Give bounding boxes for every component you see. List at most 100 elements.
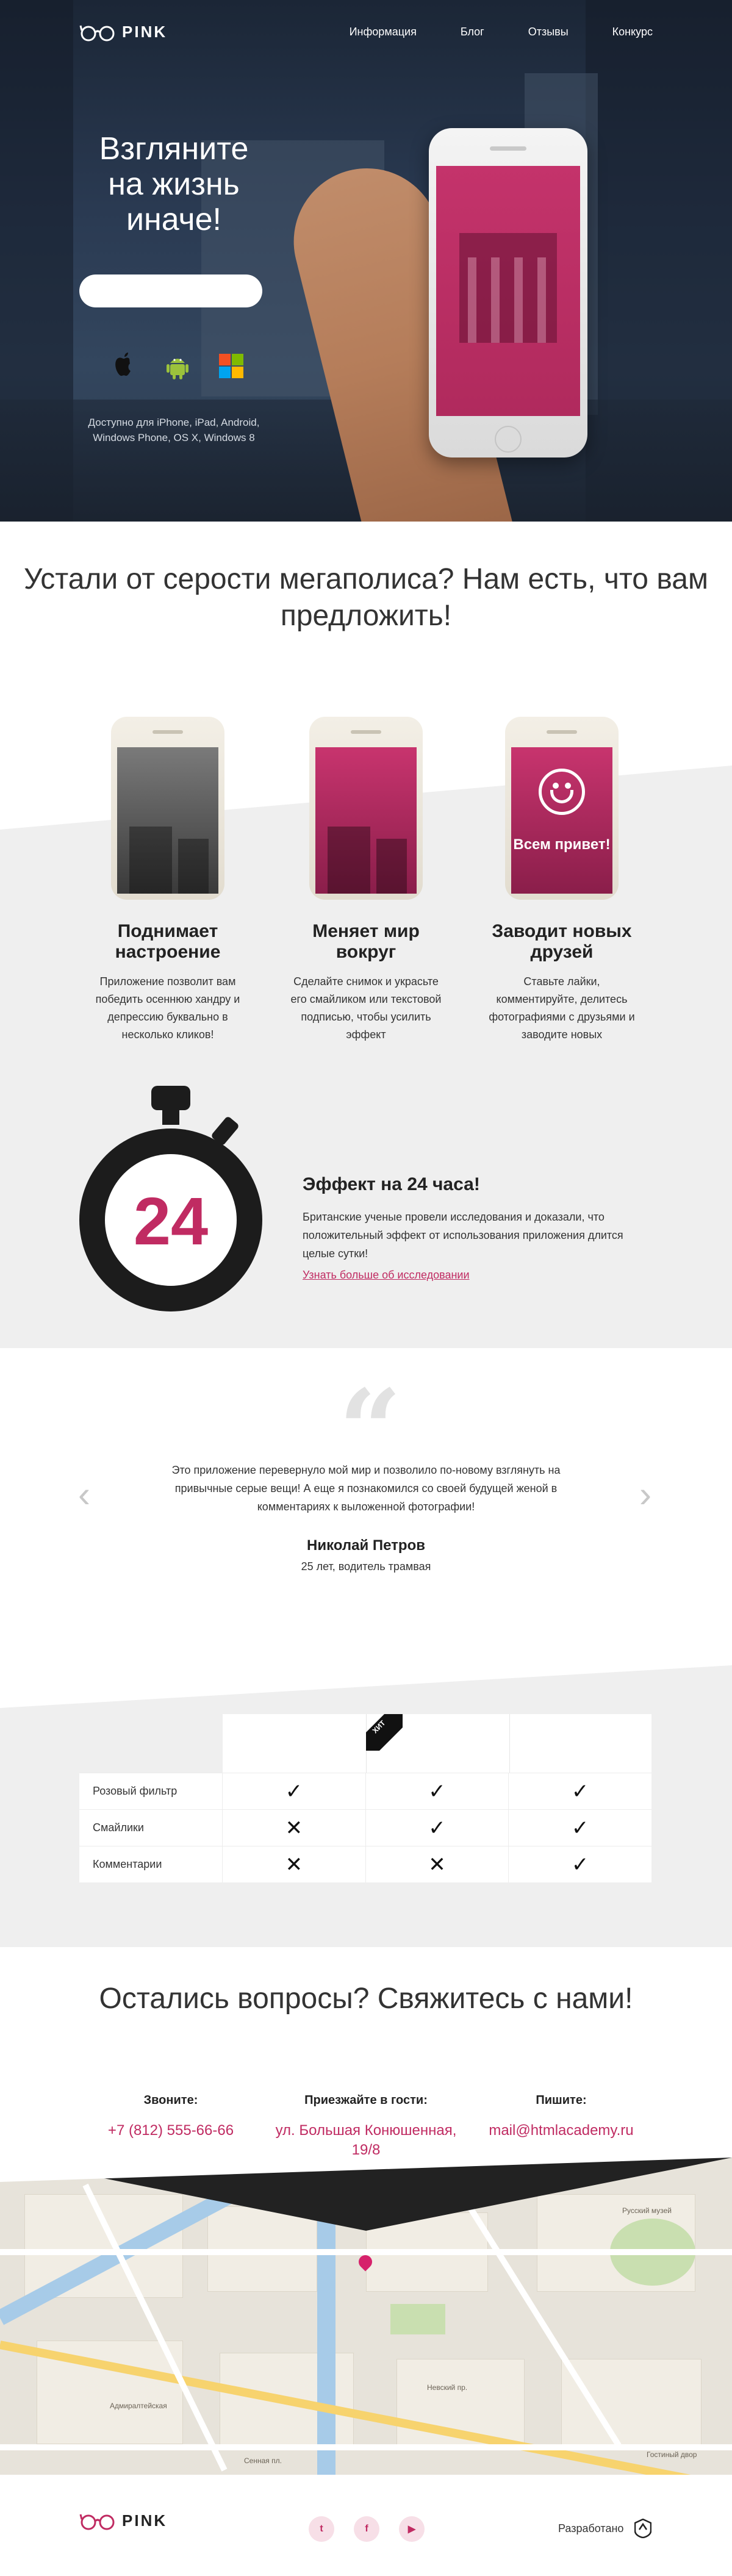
check-icon: ✓ — [571, 1815, 589, 1840]
screen-dumpster — [376, 839, 407, 894]
main-nav: Информация Блог Отзывы Конкурс — [350, 26, 653, 38]
feature-phone-1 — [111, 717, 224, 900]
check-icon: ✓ — [366, 1810, 509, 1846]
screen-dumpster — [328, 827, 370, 894]
feature-text: Приложение позволит вам победить осеннюю… — [95, 975, 240, 1041]
hero-phone-image — [429, 128, 587, 457]
feature-phone-screen: Всем привет! — [511, 747, 612, 894]
twitter-icon[interactable]: t — [309, 2516, 334, 2542]
apple-icon[interactable] — [109, 351, 139, 381]
table-row: Розовый фильтр ✓ ✓ ✓ — [79, 1773, 651, 1809]
availability-text: Доступно для iPhone, iPad, Android, Wind… — [88, 417, 260, 443]
timer-value: 24 — [134, 1184, 208, 1259]
address-link[interactable]: ул. Большая Конюшенная, 19/8 — [274, 2121, 458, 2160]
map-label: Адмиралтейская — [110, 2402, 167, 2410]
map-label: Сенная пл. — [244, 2456, 282, 2465]
map-park — [390, 2304, 445, 2334]
contact-heading: Пишите: — [536, 2093, 587, 2107]
os-icons — [109, 351, 246, 381]
table-row: Комментарии ✕ ✕ ✓ — [79, 1846, 651, 1882]
screen-column — [514, 257, 523, 343]
map-road — [0, 2444, 732, 2450]
phone-link[interactable]: +7 (812) 555-66-66 — [79, 2121, 262, 2140]
windows-icon[interactable] — [216, 351, 246, 381]
footer-logo-text: PINK — [122, 2511, 168, 2530]
phone-speaker — [547, 730, 577, 734]
map-block — [561, 2359, 702, 2450]
screen-column — [491, 257, 500, 343]
next-review-arrow[interactable]: › — [639, 1476, 651, 1513]
phone-speaker — [490, 146, 526, 151]
review-author-role: 25 лет, водитель трамвая — [301, 1560, 431, 1573]
check-icon: ✓ — [571, 1852, 589, 1877]
feature-phone-3: Всем привет! — [505, 717, 619, 900]
effect-title: Эффект на 24 часа! — [303, 1174, 480, 1194]
smiley-mouth — [550, 790, 573, 803]
glasses-logo-icon — [79, 2514, 115, 2530]
map-label: Невский пр. — [427, 2383, 468, 2392]
map[interactable]: Русский музей Невский пр. Адмиралтейская… — [0, 2158, 732, 2475]
nav-link-contest[interactable]: Конкурс — [612, 26, 653, 38]
android-icon[interactable] — [162, 351, 193, 381]
feature-phone-2 — [309, 717, 423, 900]
feature-phone-screen — [117, 747, 218, 894]
row-label: Смайлики — [79, 1810, 223, 1846]
reviews-section: “ ‹ Это приложение перевернуло мой мир и… — [0, 1348, 732, 1665]
made-by-text: Разработано — [558, 2522, 624, 2535]
screen-dumpster — [178, 839, 209, 894]
social-links: t f ▶ — [309, 2516, 425, 2542]
previous-review-arrow[interactable]: ‹ — [78, 1476, 90, 1513]
feature-text: Сделайте снимок и украсьте его смайликом… — [290, 975, 442, 1041]
cross-icon: ✕ — [223, 1810, 366, 1846]
feature-heading: Меняет мир вокруг — [312, 921, 420, 962]
youtube-icon[interactable]: ▶ — [399, 2516, 425, 2542]
footer: PINK t f ▶ Разработано — [0, 2475, 732, 2576]
nav-link-blog[interactable]: Блог — [461, 26, 484, 38]
screen-dumpster — [129, 827, 172, 894]
glasses-logo-icon — [79, 25, 115, 41]
hero-section: PINK Информация Блог Отзывы Конкурс Взгл… — [0, 0, 732, 522]
contact-email: Пишите: mail@htmlacademy.ru — [470, 2093, 653, 2140]
map-label: Гостиный двор — [647, 2450, 697, 2459]
contact-address: Приезжайте в гости: ул. Большая Конюшенн… — [274, 2093, 458, 2160]
feature-heading: Поднимает настроение — [115, 921, 221, 962]
hero-title: Взгляните на жизнь иначе! — [99, 131, 249, 237]
nav-link-reviews[interactable]: Отзывы — [528, 26, 569, 38]
htmlacademy-logo-icon[interactable] — [634, 2519, 651, 2538]
cross-icon: ✕ — [223, 1846, 366, 1882]
footer-logo[interactable]: PINK — [79, 2511, 167, 2530]
stopwatch-icon: 24 — [79, 1086, 262, 1311]
smiley-icon — [539, 769, 585, 815]
contact-phone: Звоните: +7 (812) 555-66-66 — [79, 2093, 262, 2140]
nav-link-info[interactable]: Информация — [350, 26, 417, 38]
pricing-table-header — [223, 1714, 651, 1773]
row-label: Розовый фильтр — [79, 1773, 223, 1809]
contacts-title: Остались вопросы? Свяжитесь с нами! — [99, 1982, 633, 2015]
phone-speaker — [351, 730, 381, 734]
feature-phone-screen — [315, 747, 417, 894]
check-icon: ✓ — [571, 1779, 589, 1804]
top-navigation-bar: PINK Информация Блог Отзывы Конкурс — [0, 0, 732, 64]
facebook-icon[interactable]: f — [354, 2516, 379, 2542]
table-row: Смайлики ✕ ✓ ✓ — [79, 1809, 651, 1846]
map-block — [24, 2194, 183, 2298]
effect-text: Британские ученые провели исследования и… — [303, 1211, 623, 1260]
review-author-name: Николай Петров — [307, 1537, 425, 1554]
logo[interactable]: PINK — [79, 23, 167, 41]
hero-input[interactable] — [79, 274, 262, 307]
map-label: Русский музей — [622, 2206, 672, 2215]
screen-column — [468, 257, 476, 343]
smiley-eye — [565, 783, 571, 789]
email-link[interactable]: mail@htmlacademy.ru — [470, 2121, 653, 2140]
feature-text: Ставьте лайки, комментируйте, делитесь ф… — [489, 975, 635, 1041]
features-title: Устали от серости мегаполиса? Нам есть, … — [24, 563, 708, 632]
features-section: Устали от серости мегаполиса? Нам есть, … — [0, 522, 732, 1348]
pricing-section: ХИТ Розовый фильтр ✓ ✓ ✓ Смайлики ✕ ✓ ✓ … — [0, 1665, 732, 1947]
contact-heading: Звоните: — [143, 2093, 198, 2107]
logo-text: PINK — [122, 23, 168, 41]
research-link[interactable]: Узнать больше об исследовании — [303, 1269, 470, 1282]
column-separator — [509, 1714, 510, 1773]
phone-screen — [436, 166, 580, 416]
check-icon: ✓ — [223, 1773, 366, 1809]
review-text: Это приложение перевернуло мой мир и поз… — [171, 1464, 561, 1513]
